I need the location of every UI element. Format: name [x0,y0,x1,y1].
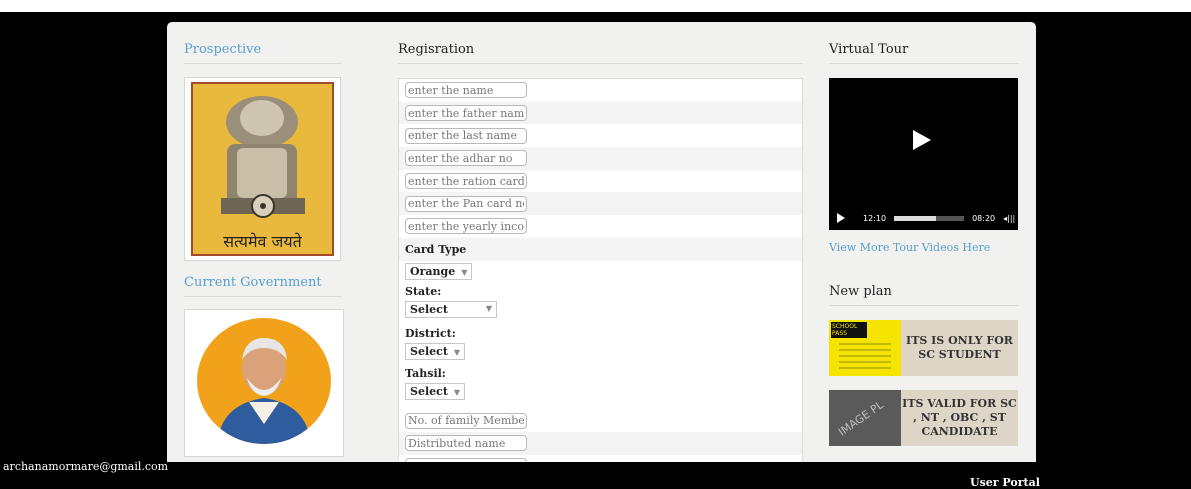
current-government-title[interactable]: Current Government [184,275,341,297]
plan-item[interactable]: IMAGE PL ITS VALID FOR SC , NT , OBC , S… [829,390,1018,446]
card-type-label: Card Type [405,242,467,256]
registration-form: Card Type Orange ▼ State: Select ▼ Distric… [398,78,803,462]
left-column: Prospective सत्यमेव जयते Current Governm… [184,22,344,457]
registration-title: Regisration [398,22,803,64]
card-type-value: Orange [410,265,456,279]
chevron-down-icon: ▼ [453,347,461,358]
image-placeholder: IMAGE PL [829,390,901,446]
form-row [399,170,802,193]
video-controls: 12:10 08:20 ◂||| [829,206,1018,230]
form-row [399,431,802,455]
right-column: Virtual Tour 12:10 08:20 ◂||| View More … [829,22,1019,446]
national-emblem-image: सत्यमेव जयते [191,82,334,256]
form-lines-icon [839,343,891,369]
registration-column: Regisration Card Ty [398,22,803,462]
adhar-input[interactable] [405,150,527,167]
form-row [399,101,802,125]
new-plan-title: New plan [829,284,1019,306]
district-value: Select [410,345,448,359]
top-strip [0,0,1191,12]
leader-photo [197,318,331,444]
person-avatar-icon [217,338,311,444]
state-value: Select [410,303,448,317]
volume-icon[interactable]: ◂||| [1003,214,1015,223]
chevron-down-icon: ▼ [461,267,468,278]
name-input[interactable] [405,82,527,99]
emblem-frame: सत्यमेव जयते [184,77,341,261]
state-label: State: [405,285,442,299]
district-select[interactable]: Select ▼ [405,343,466,361]
tahsil-value: Select [410,385,448,399]
tahsil-label: Tahsil: [405,367,446,381]
placeholder-text: IMAGE PL [835,398,886,439]
tahsil-select[interactable]: Select ▼ [405,383,466,401]
form-row: Orange ▼ [399,261,802,284]
play-small-icon[interactable] [837,213,845,223]
plan-text: ITS VALID FOR SC , NT , OBC , ST CANDIDA… [902,397,1017,438]
video-progress-fill [894,215,937,221]
extra-input[interactable] [405,457,527,462]
emblem-caption: सत्यमेव जयते [223,232,302,251]
distributed-name-input[interactable] [405,435,527,452]
plan-item[interactable]: SCHOOL PASS ITS IS ONLY FOR SC STUDENT [829,320,1018,376]
father-name-input[interactable] [405,105,527,122]
pan-card-input[interactable] [405,195,527,212]
main-card: Prospective सत्यमेव जयते Current Governm… [167,22,1036,462]
form-row [399,409,802,432]
form-row [399,79,802,102]
video-progress-track[interactable] [894,215,965,221]
form-row [399,192,802,216]
user-portal-link[interactable]: User Portal [970,476,1040,489]
prospective-title[interactable]: Prospective [184,22,341,64]
form-row: Card Type [399,237,802,261]
chevron-down-icon: ▼ [453,387,461,398]
play-icon[interactable] [913,130,931,150]
state-select[interactable]: Select ▼ [405,301,497,319]
state-group: State: Select ▼ [399,283,802,327]
form-row [399,454,802,462]
tahsil-group: Tahsil: Select ▼ [399,367,802,409]
footer-email: archanamormare@gmail.com [3,460,169,473]
ration-card-input[interactable] [405,173,527,190]
video-current-time: 12:10 [863,213,887,223]
lion-capital-icon [221,96,305,218]
district-label: District: [405,327,456,341]
form-row [399,147,802,170]
photo-frame [184,309,344,457]
last-name-input[interactable] [405,127,527,144]
district-group: District: Select ▼ [399,327,802,367]
plan-text: ITS IS ONLY FOR SC STUDENT [906,334,1013,361]
virtual-tour-title: Virtual Tour [829,22,1019,64]
form-row [399,124,802,147]
form-row [399,215,802,238]
card-type-select[interactable]: Orange ▼ [405,263,473,281]
more-videos-link[interactable]: View More Tour Videos Here [829,241,1019,254]
school-pass-image: SCHOOL PASS [829,320,901,376]
yearly-income-input[interactable] [405,218,527,235]
chevron-down-icon: ▼ [485,303,492,314]
family-members-input[interactable] [405,412,527,429]
video-duration: 08:20 [972,213,996,223]
video-player[interactable]: 12:10 08:20 ◂||| [829,78,1018,230]
